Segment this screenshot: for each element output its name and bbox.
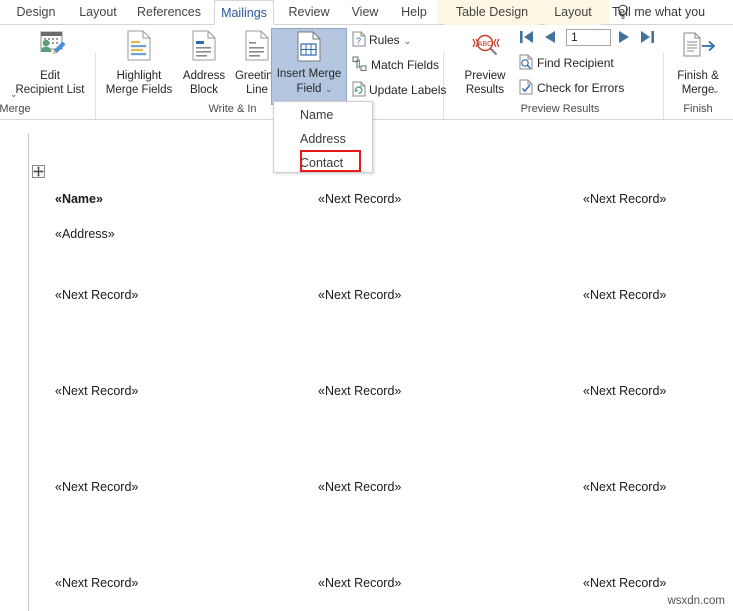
merge-field[interactable]: «Next Record» — [55, 480, 138, 494]
first-record-icon[interactable] — [519, 30, 534, 49]
tab-view[interactable]: View — [342, 0, 388, 25]
svg-text:?: ? — [356, 36, 361, 46]
merge-field[interactable]: «Next Record» — [583, 192, 666, 206]
finish-and-merge-icon — [682, 32, 716, 66]
match-fields-button[interactable]: Match Fields — [352, 56, 439, 77]
rules-label: Rules — [369, 33, 400, 47]
chevron-down-icon[interactable]: ⌄ — [712, 84, 720, 97]
check-for-errors-label: Check for Errors — [537, 81, 625, 95]
menu-item-name[interactable]: Name — [274, 103, 374, 127]
find-recipient-button[interactable]: Find Recipient — [519, 54, 614, 75]
insert-merge-field-dropdown-menu[interactable]: Name Address Contact — [273, 101, 373, 173]
group-label-write-insert-fields: Write & In — [208, 103, 257, 115]
merge-field[interactable]: «Next Record» — [318, 192, 401, 206]
edit-recipient-list-button[interactable]: ⌄ Edit Recipient List — [8, 28, 92, 108]
last-record-icon[interactable] — [640, 30, 655, 49]
merge-field[interactable]: «Name» — [55, 192, 103, 206]
match-fields-icon — [352, 56, 368, 77]
group-label-start-mail-merge: Merge — [0, 103, 31, 115]
group-label-preview-results: Preview Results — [520, 103, 600, 115]
tab-design[interactable]: Design — [8, 0, 64, 25]
tell-me-search[interactable]: Tell me what you — [612, 0, 705, 25]
table-left-border — [28, 134, 29, 611]
address-block-button[interactable]: Address Block — [176, 28, 232, 108]
highlight-merge-fields-button[interactable]: Highlight Merge Fields — [104, 28, 174, 108]
menu-item-address[interactable]: Address — [274, 127, 374, 151]
chevron-down-icon[interactable]: ⌄ — [325, 83, 333, 96]
svg-text:ABC: ABC — [478, 41, 492, 48]
check-for-errors-button[interactable]: Check for Errors — [519, 79, 624, 100]
site-watermark: wsxdn.com — [667, 595, 725, 607]
group-label-finish: Finish — [683, 103, 713, 115]
merge-field[interactable]: «Next Record» — [318, 480, 401, 494]
rules-button[interactable]: ? Rules ⌄ — [352, 31, 411, 52]
update-labels-label: Update Labels — [369, 83, 447, 97]
tab-review[interactable]: Review — [280, 0, 338, 25]
document-canvas[interactable]: «Name» «Next Record» «Next Record» «Address… — [0, 120, 733, 611]
check-for-errors-icon — [519, 79, 534, 100]
preview-results-button[interactable]: ABC Preview Results — [452, 28, 518, 108]
previous-record-icon[interactable] — [543, 30, 556, 49]
update-labels-button[interactable]: Update Labels — [352, 81, 446, 102]
insert-merge-field-icon — [296, 31, 322, 66]
tab-layout[interactable]: Layout — [545, 0, 601, 25]
preview-results-abc-icon: ABC — [470, 32, 502, 64]
update-labels-icon — [352, 81, 366, 102]
tab-table-design[interactable]: Table Design — [445, 0, 539, 25]
merge-field[interactable]: «Next Record» — [318, 288, 401, 302]
address-block-icon — [191, 30, 217, 65]
greeting-line-icon — [244, 30, 270, 65]
find-recipient-label: Find Recipient — [537, 56, 614, 70]
merge-field[interactable]: «Address» — [55, 227, 115, 241]
tab-references[interactable]: References — [128, 0, 210, 25]
merge-field[interactable]: «Next Record» — [318, 384, 401, 398]
tab-help[interactable]: Help — [392, 0, 436, 25]
highlight-merge-fields-icon — [126, 30, 152, 65]
merge-field[interactable]: «Next Record» — [583, 576, 666, 590]
merge-field[interactable]: «Next Record» — [55, 288, 138, 302]
merge-field[interactable]: «Next Record» — [318, 576, 401, 590]
insert-merge-field-label-group[interactable]: Insert Merge Field ⌄ — [271, 28, 347, 108]
tab-mailings[interactable]: Mailings — [214, 0, 274, 25]
record-number-input[interactable] — [566, 29, 611, 46]
find-recipient-icon — [519, 54, 534, 75]
next-record-icon[interactable] — [618, 30, 631, 49]
finish-and-merge-button[interactable]: Finish & Merge ⌄ — [668, 28, 728, 108]
match-fields-label: Match Fields — [371, 58, 440, 72]
merge-field[interactable]: «Next Record» — [55, 384, 138, 398]
chevron-down-icon[interactable]: ⌄ — [404, 36, 412, 46]
merge-field[interactable]: «Next Record» — [583, 384, 666, 398]
rules-icon: ? — [352, 31, 366, 52]
merge-field[interactable]: «Next Record» — [583, 288, 666, 302]
table-move-handle-icon[interactable] — [32, 165, 45, 178]
merge-field[interactable]: «Next Record» — [583, 480, 666, 494]
merge-field[interactable]: «Next Record» — [55, 576, 138, 590]
tab-layout[interactable]: Layout — [70, 0, 126, 25]
ribbon-tab-strip: Design Layout References Mailings Review View… — [0, 0, 733, 25]
edit-recipient-list-icon — [34, 30, 68, 66]
menu-item-contact[interactable]: Contact — [274, 151, 374, 175]
